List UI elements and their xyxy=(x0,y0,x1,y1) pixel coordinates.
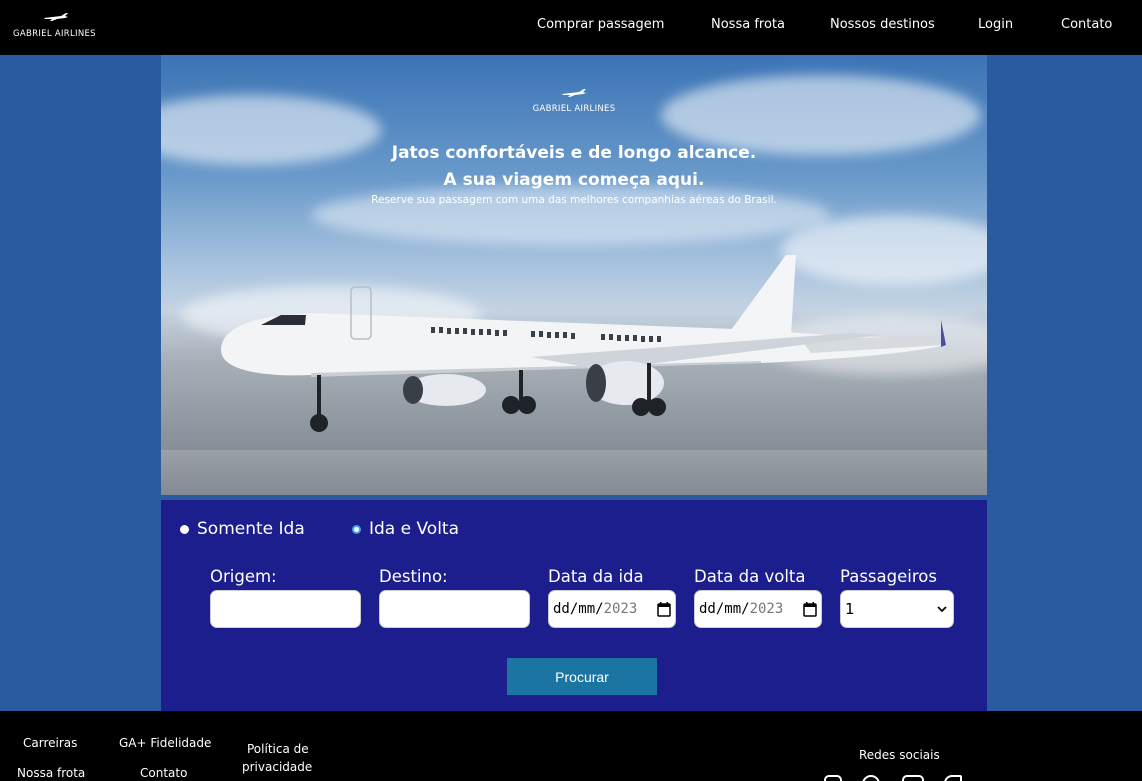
calendar-icon[interactable] xyxy=(803,602,817,617)
search-button[interactable]: Procurar xyxy=(507,658,657,695)
radio-ida-e-volta[interactable]: Ida e Volta xyxy=(352,519,459,539)
return-date-label: Data da volta xyxy=(694,567,806,586)
nav-login[interactable]: Login xyxy=(978,17,1013,32)
booking-form: Somente Ida Ida e Volta Origem: Destino:… xyxy=(161,500,987,711)
logo-text: GABRIEL AIRLINES xyxy=(13,29,96,39)
instagram-icon[interactable] xyxy=(824,775,842,781)
footer-link-politica-2[interactable]: privacidade xyxy=(242,760,312,774)
radio-label-somente-ida: Somente Ida xyxy=(197,519,305,539)
nav-nossa-frota[interactable]: Nossa frota xyxy=(711,17,785,32)
airplane-image xyxy=(221,255,946,432)
hero-subline: Reserve sua passagem com uma das melhore… xyxy=(371,194,777,206)
hero-logo: GABRIEL AIRLINES xyxy=(161,83,987,114)
footer-link-nossa-frota[interactable]: Nossa frota xyxy=(17,766,85,780)
nav-nossos-destinos[interactable]: Nossos destinos xyxy=(830,17,935,32)
return-date-input[interactable]: dd/mm/2023 xyxy=(694,590,822,628)
passengers-select[interactable]: 1 xyxy=(840,590,954,628)
radio-unselected-icon xyxy=(180,524,189,534)
footer: Carreiras GA+ Fidelidade Política de pri… xyxy=(0,711,1142,781)
depart-date-year: 2023 xyxy=(603,601,638,617)
return-date-year: 2023 xyxy=(749,601,784,617)
destination-input[interactable] xyxy=(379,590,530,628)
footer-link-carreiras[interactable]: Carreiras xyxy=(23,736,77,750)
hero-banner: GABRIEL AIRLINES Jatos confortáveis e de… xyxy=(161,55,987,495)
calendar-icon[interactable] xyxy=(657,602,671,617)
top-navbar: GABRIEL AIRLINES Comprar passagem Nossa … xyxy=(0,0,1142,55)
nav-contato[interactable]: Contato xyxy=(1061,17,1112,32)
passengers-value: 1 xyxy=(845,600,855,618)
airplane-logo-icon xyxy=(562,89,586,97)
origin-input[interactable] xyxy=(210,590,361,628)
hero-headline-1: Jatos confortáveis e de longo alcance. xyxy=(391,143,757,163)
origin-label: Origem: xyxy=(210,567,277,586)
footer-link-fidelidade[interactable]: GA+ Fidelidade xyxy=(119,736,211,750)
social-label: Redes sociais xyxy=(859,748,940,762)
destination-label: Destino: xyxy=(379,567,448,586)
brand-logo[interactable]: GABRIEL AIRLINES xyxy=(13,12,101,44)
footer-link-contato[interactable]: Contato xyxy=(140,766,187,780)
airplane-logo-icon xyxy=(44,13,68,21)
hero-logo-text: GABRIEL AIRLINES xyxy=(532,104,616,114)
runway-tarmac xyxy=(161,450,987,495)
radio-label-ida-e-volta: Ida e Volta xyxy=(369,519,460,539)
facebook-icon[interactable] xyxy=(862,775,880,781)
youtube-icon[interactable] xyxy=(902,775,924,781)
depart-date-placeholder: dd/mm/ xyxy=(553,601,604,617)
twitter-icon[interactable] xyxy=(944,775,962,781)
chevron-down-icon xyxy=(937,606,947,613)
passengers-label: Passageiros xyxy=(840,567,937,586)
hero-headline-2: A sua viagem começa aqui. xyxy=(443,170,705,190)
nav-comprar-passagem[interactable]: Comprar passagem xyxy=(537,17,664,32)
return-date-placeholder: dd/mm/ xyxy=(699,601,750,617)
depart-date-input[interactable]: dd/mm/2023 xyxy=(548,590,676,628)
radio-somente-ida[interactable]: Somente Ida xyxy=(180,519,305,539)
footer-link-politica-1[interactable]: Política de xyxy=(247,742,309,756)
radio-selected-icon xyxy=(352,524,361,534)
depart-date-label: Data da ida xyxy=(548,567,644,586)
